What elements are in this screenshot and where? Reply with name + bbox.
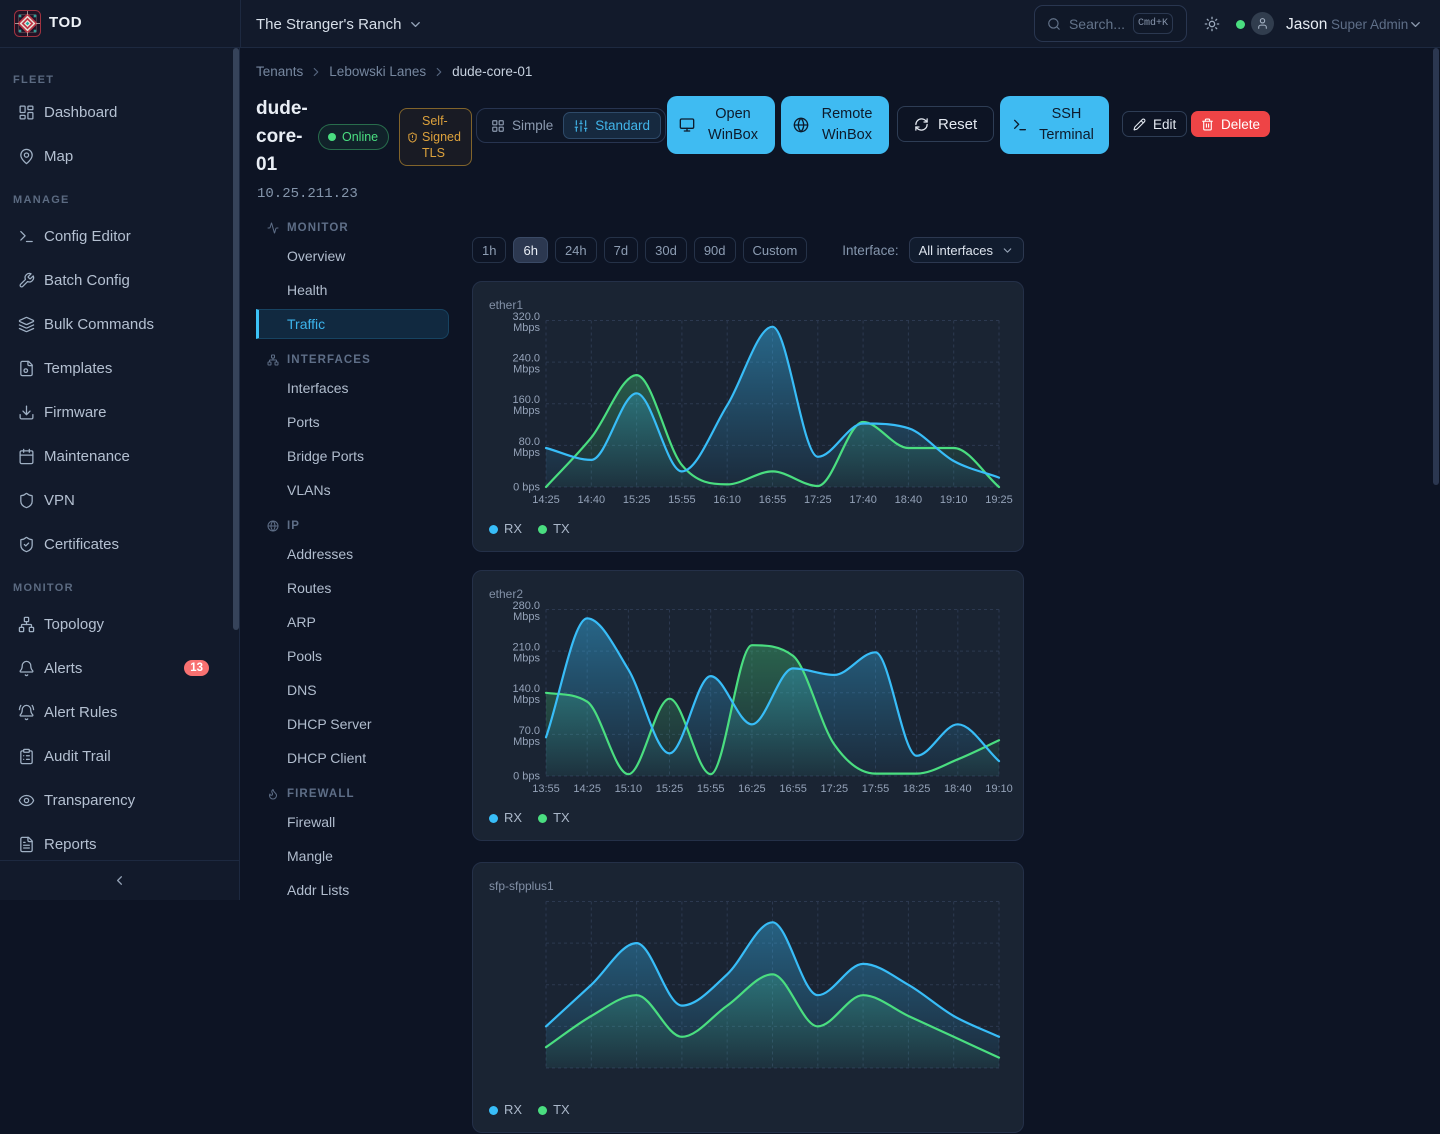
svg-text:19:10: 19:10 (940, 494, 968, 506)
svg-text:15:25: 15:25 (656, 783, 684, 795)
svg-text:19:25: 19:25 (985, 494, 1013, 506)
svg-text:Mbps: Mbps (513, 653, 540, 665)
svg-text:Mbps: Mbps (513, 611, 540, 623)
svg-text:13:55: 13:55 (532, 783, 560, 795)
svg-text:Mbps: Mbps (513, 736, 540, 748)
svg-text:15:10: 15:10 (615, 783, 643, 795)
svg-text:Mbps: Mbps (513, 694, 540, 706)
svg-text:14:40: 14:40 (578, 494, 606, 506)
svg-text:16:55: 16:55 (779, 783, 807, 795)
svg-text:19:10: 19:10 (985, 783, 1013, 795)
svg-text:18:40: 18:40 (895, 494, 923, 506)
svg-text:17:25: 17:25 (821, 783, 849, 795)
svg-text:14:25: 14:25 (532, 494, 560, 506)
svg-text:14:25: 14:25 (573, 783, 601, 795)
svg-text:Mbps: Mbps (513, 405, 540, 417)
svg-text:15:55: 15:55 (668, 494, 696, 506)
svg-text:Mbps: Mbps (513, 322, 540, 334)
svg-text:17:40: 17:40 (849, 494, 877, 506)
svg-text:16:55: 16:55 (759, 494, 787, 506)
svg-text:15:25: 15:25 (623, 494, 651, 506)
svg-text:18:40: 18:40 (944, 783, 972, 795)
svg-text:17:25: 17:25 (804, 494, 832, 506)
svg-text:17:55: 17:55 (862, 783, 890, 795)
svg-text:16:10: 16:10 (713, 494, 741, 506)
svg-text:16:25: 16:25 (738, 783, 766, 795)
svg-text:0 bps: 0 bps (513, 771, 540, 783)
svg-text:15:55: 15:55 (697, 783, 725, 795)
svg-text:18:25: 18:25 (903, 783, 931, 795)
svg-text:0 bps: 0 bps (513, 482, 540, 494)
svg-text:Mbps: Mbps (513, 447, 540, 459)
svg-text:Mbps: Mbps (513, 364, 540, 376)
